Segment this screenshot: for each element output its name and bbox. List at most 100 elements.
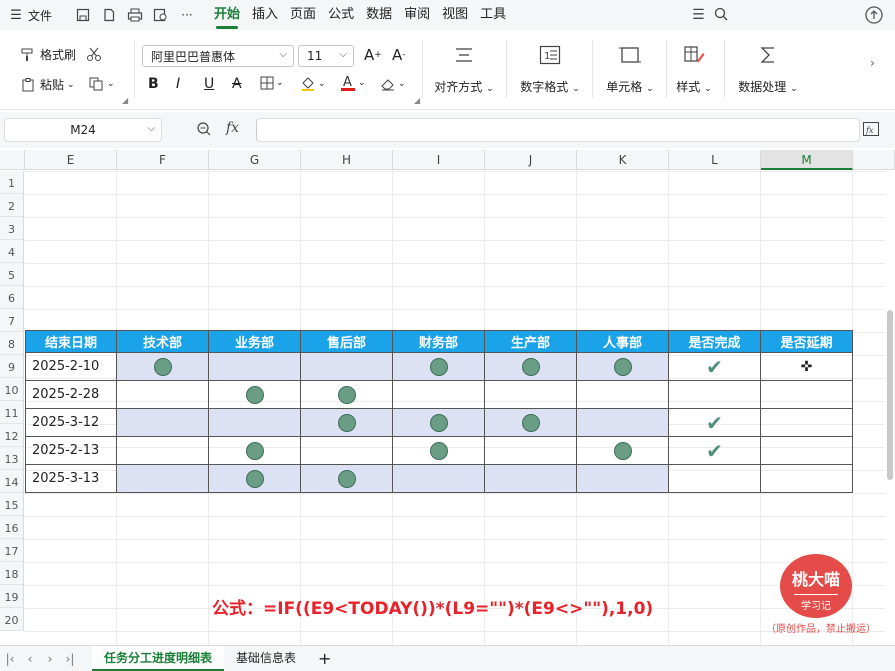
table-dept-cell[interactable]	[577, 353, 669, 381]
table-header-cell[interactable]: 生产部	[485, 330, 577, 353]
next-sheet-icon[interactable]: ›	[40, 652, 60, 666]
table-dept-cell[interactable]	[393, 353, 485, 381]
prev-sheet-icon[interactable]: ‹	[20, 652, 40, 666]
table-delay-cell[interactable]	[761, 409, 853, 437]
cloud-upload-icon[interactable]	[863, 4, 885, 29]
file-menu[interactable]: 文件	[28, 7, 52, 24]
table-delay-cell[interactable]	[761, 437, 853, 465]
ribbon-scroll-right-icon[interactable]: ›	[870, 56, 875, 70]
border-button[interactable]: ⌄	[260, 76, 284, 90]
column-header-l[interactable]: L	[669, 150, 761, 170]
table-dept-cell[interactable]	[577, 409, 669, 437]
alignment-button[interactable]: 对齐方式 ⌄	[424, 40, 504, 95]
table-done-cell[interactable]: ✔	[669, 353, 761, 381]
row-header-6[interactable]: 6	[0, 286, 24, 309]
column-header-j[interactable]: J	[485, 150, 577, 170]
row-header-13[interactable]: 13	[0, 447, 24, 470]
name-box[interactable]: M24 ⌵	[4, 118, 162, 142]
row-header-14[interactable]: 14	[0, 470, 24, 493]
table-done-cell[interactable]: ✔	[669, 409, 761, 437]
fill-color-button[interactable]: ⌄	[300, 76, 326, 92]
row-header-3[interactable]: 3	[0, 217, 24, 240]
zoom-icon[interactable]	[196, 121, 212, 140]
more-quick-icon[interactable]: ···	[176, 4, 198, 26]
table-dept-cell[interactable]	[393, 409, 485, 437]
menu-icon[interactable]: ☰	[4, 8, 28, 23]
column-header-f[interactable]: F	[117, 150, 209, 170]
table-date-cell[interactable]: 2025-2-13	[25, 437, 117, 465]
format-painter-button[interactable]: 格式刷	[20, 46, 76, 63]
table-header-cell[interactable]: 财务部	[393, 330, 485, 353]
row-header-7[interactable]: 7	[0, 309, 24, 332]
row-header-2[interactable]: 2	[0, 194, 24, 217]
vertical-scrollbar[interactable]	[885, 170, 895, 640]
row-header-9[interactable]: 9	[0, 355, 24, 378]
table-dept-cell[interactable]	[117, 353, 209, 381]
table-dept-cell[interactable]	[485, 437, 577, 465]
row-header-18[interactable]: 18	[0, 562, 24, 585]
column-header-i[interactable]: I	[393, 150, 485, 170]
table-dept-cell[interactable]	[577, 465, 669, 493]
row-header-15[interactable]: 15	[0, 493, 24, 516]
first-sheet-icon[interactable]: |‹	[0, 652, 20, 666]
tab-view[interactable]: 视图	[436, 1, 474, 29]
row-header-16[interactable]: 16	[0, 516, 24, 539]
table-header-cell[interactable]: 售后部	[301, 330, 393, 353]
style-button[interactable]: 样式 ⌄	[654, 40, 734, 95]
search-icon[interactable]	[713, 6, 729, 25]
table-dept-cell[interactable]	[301, 409, 393, 437]
table-dept-cell[interactable]	[117, 465, 209, 493]
scroll-thumb[interactable]	[887, 310, 893, 480]
row-header-4[interactable]: 4	[0, 240, 24, 263]
table-header-cell[interactable]: 技术部	[117, 330, 209, 353]
last-sheet-icon[interactable]: ›|	[60, 652, 80, 666]
table-delay-cell[interactable]	[761, 381, 853, 409]
table-date-cell[interactable]: 2025-2-28	[25, 381, 117, 409]
table-dept-cell[interactable]	[485, 409, 577, 437]
tab-review[interactable]: 审阅	[398, 1, 436, 29]
table-done-cell[interactable]: ✔	[669, 437, 761, 465]
table-dept-cell[interactable]	[209, 381, 301, 409]
tab-tools[interactable]: 工具	[474, 1, 512, 29]
table-dept-cell[interactable]	[393, 437, 485, 465]
menu-more-icon[interactable]: ☰	[692, 7, 705, 23]
column-header-g[interactable]: G	[209, 150, 301, 170]
spreadsheet-grid[interactable]: EFGHIJKLM 1 2 3 4 5 6 7 8 9 10 11 12 13 14 15 16 17 18 19 2…	[0, 150, 895, 645]
font-name-select[interactable]: 阿里巴巴普惠体 ⌵	[142, 45, 294, 67]
column-header-m[interactable]: M	[761, 150, 853, 170]
font-size-select[interactable]: 11 ⌵	[298, 45, 354, 67]
table-done-cell[interactable]	[669, 465, 761, 493]
table-dept-cell[interactable]	[485, 465, 577, 493]
table-dept-cell[interactable]	[209, 437, 301, 465]
tab-insert[interactable]: 插入	[246, 1, 284, 29]
dialog-launcher-icon[interactable]: ◢	[414, 96, 420, 105]
table-dept-cell[interactable]	[301, 437, 393, 465]
table-dept-cell[interactable]	[393, 465, 485, 493]
data-processing-button[interactable]: 数据处理 ⌄	[728, 40, 808, 95]
row-header-5[interactable]: 5	[0, 263, 24, 286]
table-dept-cell[interactable]	[209, 409, 301, 437]
copy-button[interactable]: ⌄	[88, 76, 115, 92]
table-done-cell[interactable]	[669, 381, 761, 409]
italic-button[interactable]: I	[176, 76, 180, 92]
table-dept-cell[interactable]	[209, 353, 301, 381]
bold-button[interactable]: B	[148, 76, 159, 92]
paste-button[interactable]: 粘贴 ⌄	[20, 76, 75, 93]
clear-button[interactable]: ⌄	[380, 76, 406, 92]
table-dept-cell[interactable]	[117, 381, 209, 409]
increase-font-button[interactable]: A +	[364, 46, 382, 64]
dialog-launcher-icon[interactable]: ◢	[122, 96, 128, 105]
table-dept-cell[interactable]	[301, 381, 393, 409]
table-date-cell[interactable]: 2025-3-13	[25, 465, 117, 493]
underline-button[interactable]: U	[204, 76, 214, 92]
table-delay-cell[interactable]	[761, 465, 853, 493]
table-header-cell[interactable]: 人事部	[577, 330, 669, 353]
add-sheet-button[interactable]: +	[308, 649, 341, 668]
table-header-cell[interactable]: 是否延期	[761, 330, 853, 353]
table-dept-cell[interactable]	[209, 465, 301, 493]
table-dept-cell[interactable]	[117, 437, 209, 465]
column-header-e[interactable]: E	[25, 150, 117, 170]
table-header-cell[interactable]: 业务部	[209, 330, 301, 353]
row-header-19[interactable]: 19	[0, 585, 24, 608]
row-header-12[interactable]: 12	[0, 424, 24, 447]
